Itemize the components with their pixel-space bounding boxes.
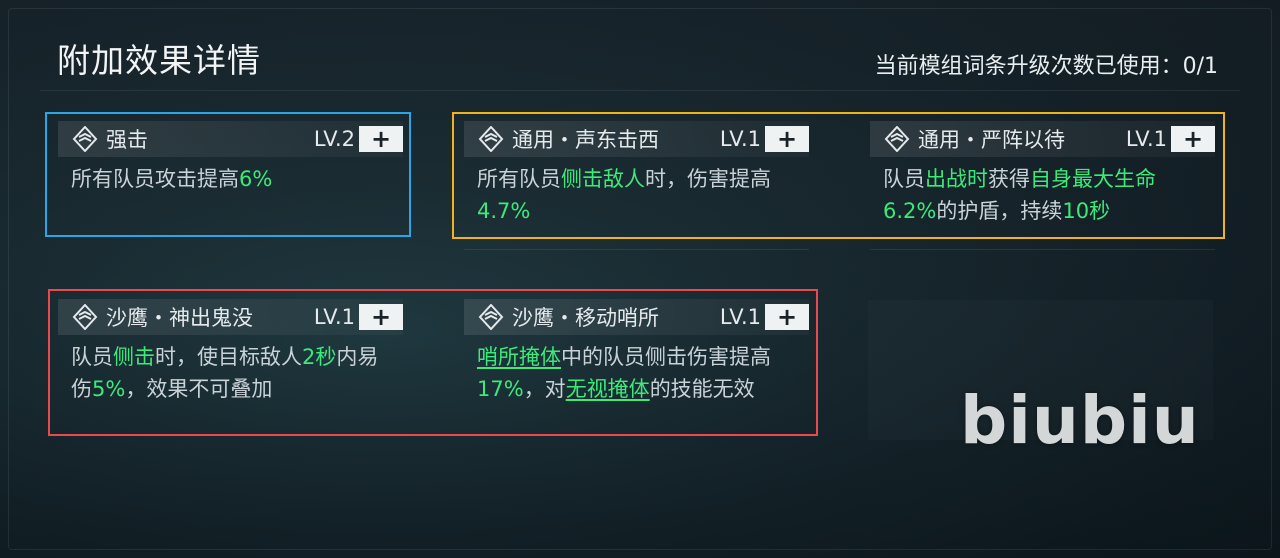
highlighted-term: 4.7% xyxy=(477,199,531,223)
upgrade-plus-button[interactable]: + xyxy=(765,304,809,330)
effect-name: 沙鹰・神出鬼没 xyxy=(106,306,253,330)
description-text: 所有队员攻击提高 xyxy=(71,167,239,191)
effect-name: 通用・声东击西 xyxy=(512,128,659,152)
effect-card-shengdongjixi: 通用・声东击西 LV.1 + 所有队员侧击敌人时，伤害提高 4.7% xyxy=(464,121,809,250)
effect-card-shenchuguimo: 沙鹰・神出鬼没 LV.1 + 队员侧击时，使目标敌人2秒内易伤5%，效果不可叠加 xyxy=(58,299,403,405)
description-text: 中的队员侧击伤害提高 xyxy=(561,345,771,369)
highlighted-term[interactable]: 无视掩体 xyxy=(566,377,650,401)
effect-name: 通用・严阵以待 xyxy=(918,128,1065,152)
effect-name: 沙鹰・移动哨所 xyxy=(512,306,659,330)
module-hex-icon xyxy=(478,304,504,330)
effect-level: LV.2 xyxy=(313,127,355,151)
upgrade-usage-counter: 当前模组词条升级次数已使用：0/1 xyxy=(874,54,1218,79)
description-text: 的技能无效 xyxy=(649,377,755,401)
effect-description: 队员侧击时，使目标敌人2秒内易伤5%，效果不可叠加 xyxy=(71,341,391,405)
effect-card-header: 强击 LV.2 + xyxy=(58,121,403,157)
highlighted-term: 10秒 xyxy=(1062,199,1111,223)
effect-description: 哨所掩体中的队员侧击伤害提高 17%，对无视掩体的技能无效 xyxy=(477,341,797,405)
effect-card-yanzhenyidai: 通用・严阵以待 LV.1 + 队员出战时获得自身最大生命6.2%的护盾，持续10… xyxy=(870,121,1215,250)
effect-level: LV.1 xyxy=(313,305,355,329)
description-text: ，对 xyxy=(523,377,566,401)
description-text: 队员 xyxy=(71,345,113,369)
card-divider xyxy=(464,249,809,250)
description-text: 获得 xyxy=(988,167,1030,191)
module-hex-icon xyxy=(72,304,98,330)
upgrade-plus-button[interactable]: + xyxy=(359,126,403,152)
module-hex-icon xyxy=(884,126,910,152)
effect-level: LV.1 xyxy=(719,305,761,329)
description-text: 时，使目标敌人 xyxy=(155,345,302,369)
highlighted-term: 出战时 xyxy=(925,167,988,191)
watermark-logo: biubiu xyxy=(960,382,1200,459)
description-text: 的护盾，持续 xyxy=(936,199,1063,223)
upgrade-plus-button[interactable]: + xyxy=(765,126,809,152)
effects-detail-panel: 附加效果详情 当前模组词条升级次数已使用：0/1 强击 LV.2 + 所有队员攻… xyxy=(0,0,1280,558)
effect-card-header: 通用・严阵以待 LV.1 + xyxy=(870,121,1215,157)
highlighted-term: 侧击敌人 xyxy=(561,167,645,191)
effect-card-header: 沙鹰・神出鬼没 LV.1 + xyxy=(58,299,403,335)
highlighted-term: 2秒 xyxy=(302,345,337,369)
upgrade-plus-button[interactable]: + xyxy=(1171,126,1215,152)
effect-card-qiangji: 强击 LV.2 + 所有队员攻击提高6% xyxy=(58,121,403,195)
effect-level: LV.1 xyxy=(1125,127,1167,151)
highlighted-term: 5% xyxy=(92,377,126,401)
description-text: 队员 xyxy=(883,167,925,191)
upgrade-plus-button[interactable]: + xyxy=(359,304,403,330)
highlighted-term[interactable]: 哨所掩体 xyxy=(477,345,561,369)
effect-card-header: 沙鹰・移动哨所 LV.1 + xyxy=(464,299,809,335)
effect-level: LV.1 xyxy=(719,127,761,151)
card-divider xyxy=(870,249,1215,250)
effect-description: 所有队员攻击提高6% xyxy=(71,163,391,195)
effect-description: 队员出战时获得自身最大生命6.2%的护盾，持续10秒 xyxy=(883,163,1203,227)
description-text: 时，伤害提高 xyxy=(645,167,771,191)
module-hex-icon xyxy=(478,126,504,152)
highlighted-term: 6% xyxy=(239,167,273,191)
effect-card-header: 通用・声东击西 LV.1 + xyxy=(464,121,809,157)
highlighted-term: 17% xyxy=(477,377,524,401)
title-divider xyxy=(40,90,1240,91)
module-hex-icon xyxy=(72,126,98,152)
effect-card-yidongshaosuo: 沙鹰・移动哨所 LV.1 + 哨所掩体中的队员侧击伤害提高 17%，对无视掩体的技… xyxy=(464,299,809,405)
effect-name: 强击 xyxy=(106,128,148,152)
description-text: ，效果不可叠加 xyxy=(125,377,273,401)
description-text: 所有队员 xyxy=(477,167,561,191)
effect-description: 所有队员侧击敌人时，伤害提高 4.7% xyxy=(477,163,797,227)
page-title: 附加效果详情 xyxy=(57,41,261,80)
highlighted-term: 侧击 xyxy=(113,345,155,369)
